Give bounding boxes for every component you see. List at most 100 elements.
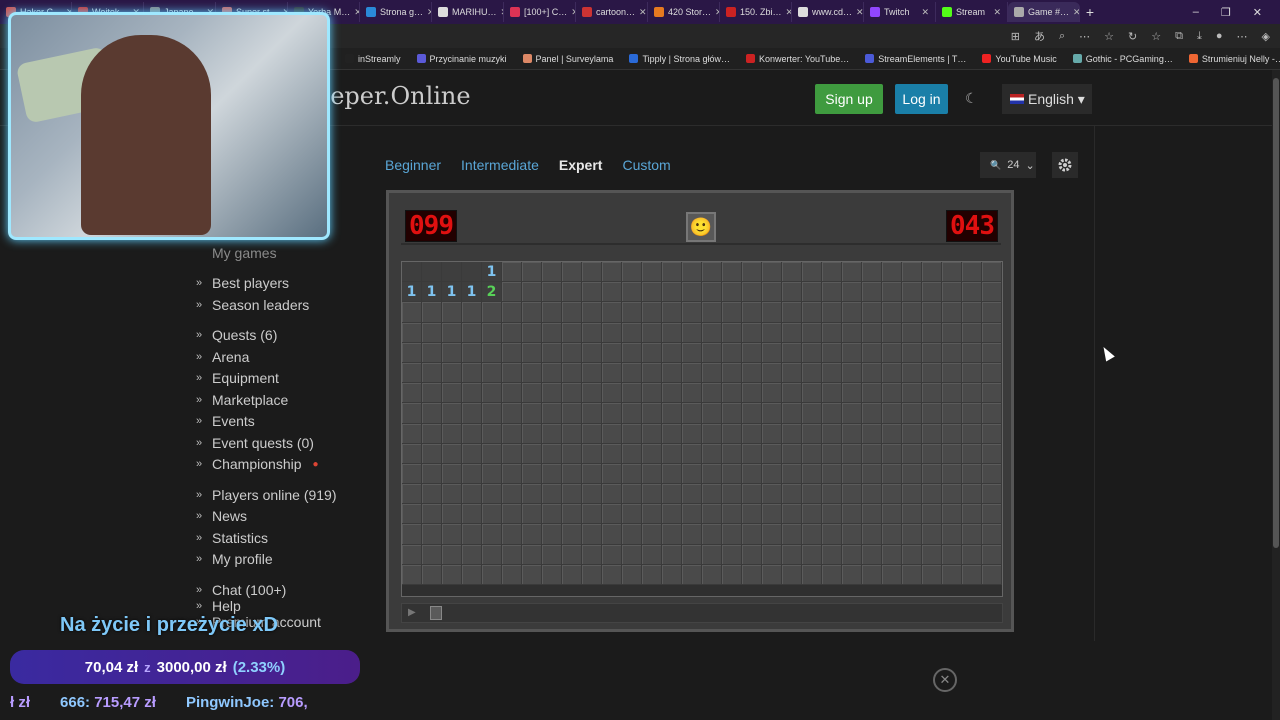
mine-cell[interactable]: [782, 484, 802, 505]
mine-cell[interactable]: [982, 443, 1002, 464]
mine-cell[interactable]: [782, 423, 802, 444]
bookmark-item[interactable]: YouTube Music: [982, 54, 1057, 64]
mine-cell[interactable]: [442, 484, 462, 505]
mine-cell[interactable]: [422, 403, 442, 424]
mine-cell[interactable]: [562, 564, 582, 585]
mine-cell[interactable]: [822, 564, 842, 585]
mine-cell[interactable]: [502, 544, 522, 565]
mine-cell[interactable]: [562, 443, 582, 464]
mine-cell[interactable]: [602, 544, 622, 565]
mine-cell[interactable]: [942, 544, 962, 565]
tab-close-icon[interactable]: ✕: [921, 7, 929, 18]
mine-cell[interactable]: [802, 504, 822, 525]
bookmark-item[interactable]: Gothic - PCGaming…: [1072, 54, 1173, 64]
mine-cell[interactable]: [742, 383, 762, 404]
mine-cell[interactable]: [642, 504, 662, 525]
collections-icon[interactable]: ⧉: [1175, 30, 1183, 43]
mine-cell[interactable]: [942, 282, 962, 303]
mine-cell[interactable]: [442, 322, 462, 343]
sidebar-item[interactable]: » Arena: [196, 346, 356, 368]
mine-cell[interactable]: [562, 302, 582, 323]
mine-cell[interactable]: [442, 342, 462, 363]
mine-cell[interactable]: [902, 282, 922, 303]
browser-tab[interactable]: [100+] C…✕: [504, 2, 576, 22]
mine-cell[interactable]: [642, 564, 662, 585]
mine-cell[interactable]: [902, 443, 922, 464]
mine-cell[interactable]: [422, 302, 442, 323]
mine-cell[interactable]: [922, 282, 942, 303]
mine-cell[interactable]: [842, 524, 862, 545]
sidebar-item[interactable]: » Marketplace: [196, 389, 356, 411]
mine-cell[interactable]: [762, 342, 782, 363]
mine-cell[interactable]: [942, 423, 962, 444]
mine-cell[interactable]: [962, 504, 982, 525]
mine-cell[interactable]: [642, 484, 662, 505]
mine-cell[interactable]: [602, 383, 622, 404]
mine-cell[interactable]: [682, 362, 702, 384]
smiley-face-button[interactable]: 🙂: [686, 212, 716, 242]
mine-cell[interactable]: [982, 463, 1002, 485]
tab-close-icon[interactable]: ✕: [856, 7, 863, 18]
refresh-icon[interactable]: ↻: [1128, 30, 1137, 43]
mine-cell[interactable]: [462, 463, 482, 485]
mine-cell[interactable]: [942, 383, 962, 404]
mine-cell[interactable]: [782, 322, 802, 343]
mine-cell[interactable]: [682, 322, 702, 343]
tab-expert[interactable]: Expert: [559, 157, 603, 173]
mine-cell[interactable]: [602, 403, 622, 424]
browser-tab[interactable]: Stream ✕: [936, 2, 1008, 22]
mine-cell[interactable]: [602, 262, 622, 283]
mine-cell[interactable]: [722, 302, 742, 323]
mine-cell[interactable]: [542, 282, 562, 303]
download-icon[interactable]: ⤓: [1197, 30, 1202, 43]
mine-cell[interactable]: [442, 544, 462, 565]
mine-cell[interactable]: [422, 564, 442, 585]
mine-cell[interactable]: [802, 342, 822, 363]
mine-cell[interactable]: [442, 504, 462, 525]
mine-cell[interactable]: [422, 262, 442, 283]
mine-cell[interactable]: [662, 544, 682, 565]
mine-cell[interactable]: [902, 484, 922, 505]
mine-cell[interactable]: [922, 262, 942, 283]
mine-cell[interactable]: [562, 423, 582, 444]
mine-cell[interactable]: [422, 484, 442, 505]
browser-tab[interactable]: www.cd… ✕: [792, 2, 864, 22]
mine-cell[interactable]: [862, 463, 882, 485]
mine-cell[interactable]: 1: [402, 282, 422, 303]
mine-cell[interactable]: [722, 282, 742, 303]
mine-cell[interactable]: [802, 544, 822, 565]
mine-cell[interactable]: [802, 403, 822, 424]
mine-cell[interactable]: [442, 403, 462, 424]
mine-cell[interactable]: [962, 544, 982, 565]
mine-cell[interactable]: [962, 302, 982, 323]
mine-cell[interactable]: [862, 443, 882, 464]
mine-cell[interactable]: [982, 484, 1002, 505]
mine-cell[interactable]: [422, 524, 442, 545]
mine-cell[interactable]: [402, 544, 422, 565]
mine-cell[interactable]: [702, 484, 722, 505]
mine-cell[interactable]: [482, 362, 502, 384]
browser-tab[interactable]: Game #… ✕: [1008, 2, 1080, 22]
mine-cell[interactable]: [762, 544, 782, 565]
mine-cell[interactable]: [402, 302, 422, 323]
mine-cell[interactable]: [602, 484, 622, 505]
mine-cell[interactable]: [542, 403, 562, 424]
mine-cell[interactable]: [742, 322, 762, 343]
mine-cell[interactable]: [402, 484, 422, 505]
mine-cell[interactable]: [742, 403, 762, 424]
mine-cell[interactable]: [742, 544, 762, 565]
mine-cell[interactable]: [422, 443, 442, 464]
mine-cell[interactable]: [742, 463, 762, 485]
mine-cell[interactable]: [542, 463, 562, 485]
gear-icon[interactable]: [1052, 152, 1078, 178]
mine-cell[interactable]: [842, 423, 862, 444]
mine-cell[interactable]: [942, 524, 962, 545]
translate-icon[interactable]: あ: [1034, 28, 1045, 44]
mine-cell[interactable]: [762, 524, 782, 545]
mine-cell[interactable]: [582, 443, 602, 464]
mine-cell[interactable]: [722, 423, 742, 444]
mine-cell[interactable]: [682, 443, 702, 464]
mine-cell[interactable]: [422, 504, 442, 525]
mine-cell[interactable]: [982, 383, 1002, 404]
mine-cell[interactable]: [902, 463, 922, 485]
